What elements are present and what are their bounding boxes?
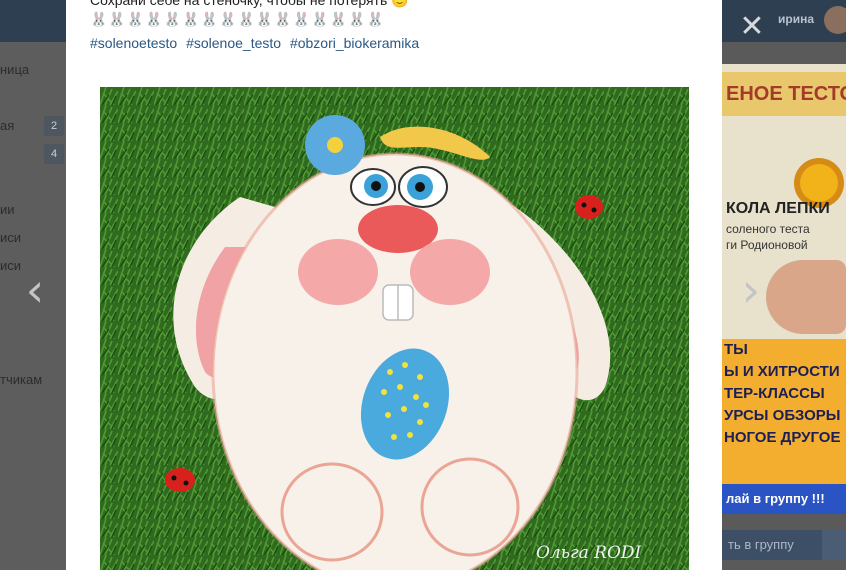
chevron-left-icon[interactable]: ‹ <box>20 267 50 314</box>
banner-line: соленого теста <box>726 222 810 236</box>
hashtags: #solenoetesto #solenoe_testo #obzori_bio… <box>90 35 424 51</box>
sidebar-item[interactable]: ии <box>0 202 15 217</box>
avatar[interactable] <box>824 6 846 34</box>
user-name[interactable]: ирина <box>778 12 814 26</box>
hashtag-link[interactable]: #solenoe_testo <box>186 35 281 51</box>
banner-cta[interactable]: лай в группу !!! <box>722 484 846 514</box>
sidebar-item[interactable]: иси <box>0 258 21 273</box>
post-panel: Сохрани себе на стеночку, чтобы не потер… <box>66 0 722 570</box>
sidebar-item[interactable]: тчикам <box>0 372 42 387</box>
chevron-right-icon[interactable]: › <box>736 267 766 314</box>
banner-school: КОЛА ЛЕПКИ <box>726 200 830 217</box>
banner-title: ЕНОЕ ТЕСТО <box>722 72 846 116</box>
join-group-button-extra[interactable] <box>822 530 846 560</box>
sunflower-icon <box>800 164 838 202</box>
banner-line: ги Родионовой <box>726 238 808 252</box>
sidebar-badge: 4 <box>44 144 64 164</box>
close-icon[interactable]: ✕ <box>738 12 766 42</box>
banner-tagline: ТЫ Ы И ХИТРОСТИ ТЕР-КЛАССЫ УРСЫ ОБЗОРЫ Н… <box>722 339 846 487</box>
post-photo[interactable]: Ольга RODI <box>100 87 689 570</box>
bunny-figurine-image <box>100 87 689 570</box>
hashtag-link[interactable]: #obzori_biokeramika <box>290 35 419 51</box>
sidebar-badge: 2 <box>44 116 64 136</box>
join-group-button[interactable]: ть в группу <box>722 530 822 560</box>
hashtag-link[interactable]: #solenoetesto <box>90 35 177 51</box>
hands-image <box>766 260 846 334</box>
sidebar-item[interactable]: ая <box>0 118 14 133</box>
sidebar-item[interactable]: ница <box>0 62 29 77</box>
sidebar-item[interactable]: иси <box>0 230 21 245</box>
rabbit-emoji-row: 🐰🐰🐰🐰🐰🐰🐰🐰🐰🐰🐰🐰🐰🐰🐰🐰 <box>90 12 385 28</box>
photo-watermark: Ольга RODI <box>536 543 642 563</box>
post-text: Сохрани себе на стеночку, чтобы не потер… <box>90 0 409 8</box>
